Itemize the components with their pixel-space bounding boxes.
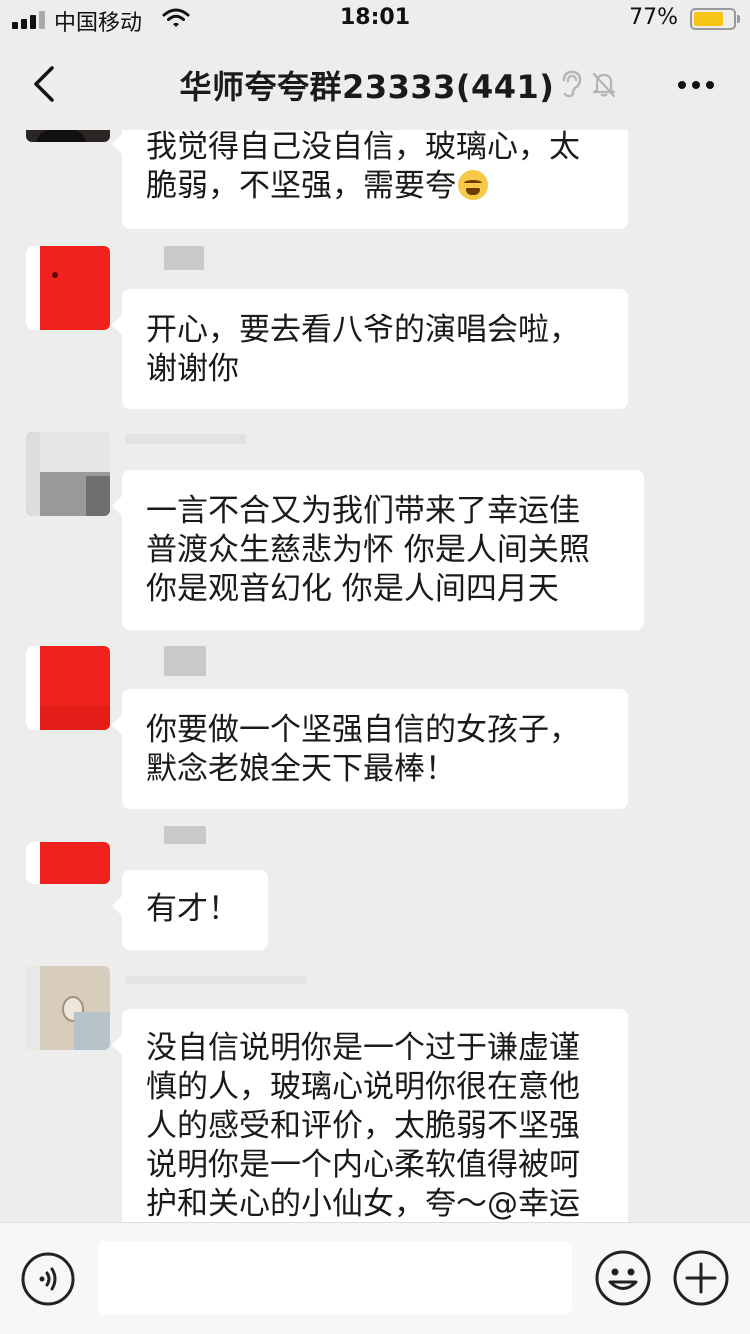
message-text-line: 默念老娘全天下最棒！ [146, 751, 456, 787]
avatar[interactable] [26, 432, 110, 516]
message-bubble[interactable]: 一言不合又为我们带来了幸运佳 普渡众生慈悲为怀 你是人间关照 你是观音幻化 你是… [112, 470, 644, 630]
message-bubble[interactable]: 有才！ [112, 870, 268, 950]
plus-button[interactable] [672, 1249, 730, 1307]
message-text-line: 慎的人，玻璃心说明你很在意他 [146, 1069, 580, 1105]
status-bar: 中国移动 18:01 77% [0, 0, 750, 40]
nav-bar: 华师夸夸群23333(441) [0, 40, 750, 130]
message-text-line: 普渡众生慈悲为怀 你是人间关照 [146, 532, 590, 568]
message-bubble[interactable]: 我觉得自己没自信，玻璃心，太 脆弱，不坚强，需要夸 [112, 130, 628, 229]
avatar[interactable] [26, 842, 110, 884]
message-bubble[interactable]: 你要做一个坚强自信的女孩子， 默念老娘全天下最棒！ [112, 689, 628, 809]
voice-button[interactable] [20, 1251, 76, 1307]
sender-nickname [126, 646, 246, 676]
sender-nickname [126, 432, 246, 460]
message-text-line: 有才！ [146, 891, 239, 927]
battery-level-fill [694, 12, 724, 26]
message-text-line: 谢谢你 [146, 351, 239, 387]
bell-off-icon [592, 72, 616, 98]
emoji-button[interactable] [594, 1249, 652, 1307]
message-bubble[interactable]: 开心，要去看八爷的演唱会啦， 谢谢你 [112, 289, 628, 409]
message-text-line: 护和关心的小仙女，夸～@幸运 [146, 1186, 580, 1222]
avatar[interactable] [26, 646, 110, 730]
avatar[interactable] [26, 246, 110, 330]
message-text-line: 脆弱，不坚强，需要夸 [146, 168, 456, 204]
message-text-line: 一言不合又为我们带来了幸运佳 [146, 493, 580, 529]
chat-title: 华师夸夸群23333(441) [179, 68, 555, 106]
message-text-line: 你是观音幻化 你是人间四月天 [146, 571, 559, 607]
sender-nickname [126, 826, 246, 854]
crying-laughing-emoji-icon [458, 170, 488, 200]
chat-title-wrap: 华师夸夸群23333(441) [0, 62, 750, 108]
message-text-line-wrap: 脆弱，不坚强，需要夸 [146, 167, 604, 206]
battery-icon [690, 8, 740, 30]
battery-percent: 77% [629, 5, 678, 30]
sender-nickname [126, 246, 246, 274]
message-text-line: 没自信说明你是一个过于谦虚谨 [146, 1030, 580, 1066]
ear-icon [562, 70, 582, 98]
more-options-button[interactable] [672, 70, 720, 98]
input-bar [0, 1222, 750, 1334]
avatar[interactable] [26, 130, 110, 142]
avatar[interactable] [26, 966, 110, 1050]
message-text-line: 开心，要去看八爷的演唱会啦， [146, 312, 580, 348]
message-text-line: 说明你是一个内心柔软值得被呵 [146, 1147, 580, 1183]
message-text-line: 你要做一个坚强自信的女孩子， [146, 712, 580, 748]
message-bubble[interactable]: 没自信说明你是一个过于谦虚谨 慎的人，玻璃心说明你很在意他 人的感受和评价，太脆… [112, 1009, 628, 1222]
sender-nickname [126, 966, 306, 994]
chat-screen: 中国移动 18:01 77% 华师夸夸群23333(441) 我觉得自己没自信，… [0, 0, 750, 1334]
message-text-line: 人的感受和评价，太脆弱不坚强 [146, 1108, 580, 1144]
message-list[interactable]: 我觉得自己没自信，玻璃心，太 脆弱，不坚强，需要夸 开心，要去看八爷的演唱会啦，… [0, 130, 750, 1222]
message-input[interactable] [98, 1241, 572, 1315]
message-text-line: 我觉得自己没自信，玻璃心，太 [146, 130, 580, 165]
